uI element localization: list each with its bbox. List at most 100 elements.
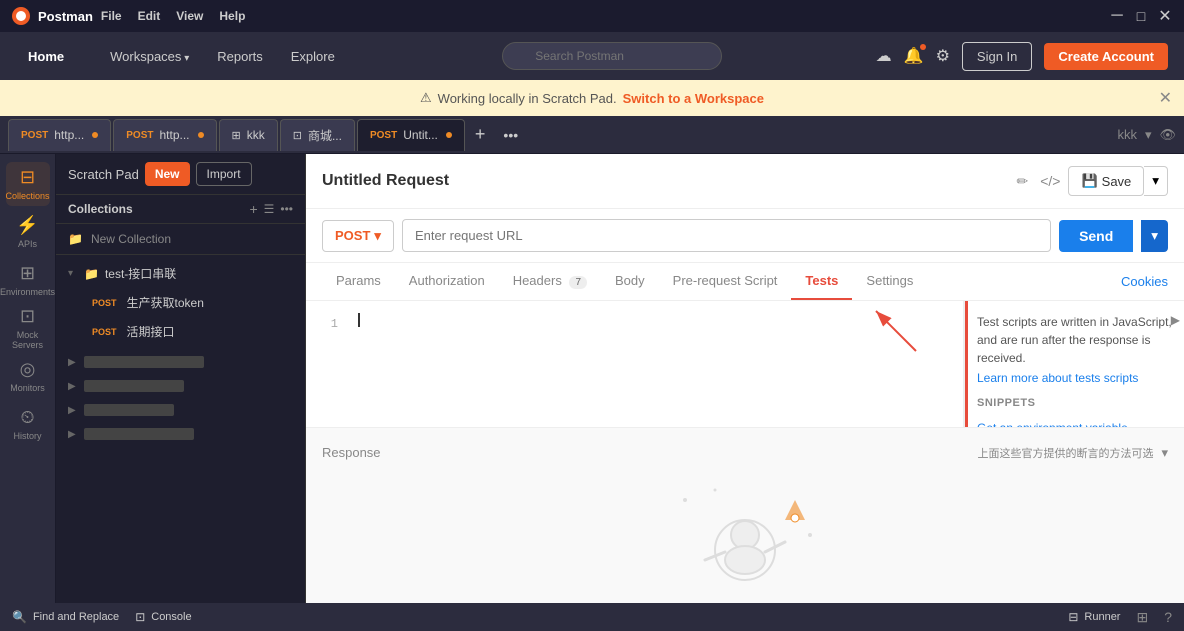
chevron-1: ▶ (68, 357, 78, 368)
url-input[interactable] (402, 219, 1051, 252)
tab-headers[interactable]: Headers 7 (499, 263, 601, 300)
learn-link[interactable]: Learn more about tests scripts (977, 371, 1138, 385)
banner-link[interactable]: Switch to a Workspace (623, 91, 764, 106)
tabs-right-label: kkk (1117, 127, 1137, 142)
response-collapse-button[interactable]: ▾ (1161, 445, 1168, 461)
nav-explore[interactable]: Explore (277, 41, 349, 72)
sidebar-icon-mock-servers[interactable]: ⊡ Mock Servers (6, 306, 50, 350)
settings-icon[interactable]: ⚙ (936, 46, 950, 66)
expand-snippets-button[interactable]: ▶ (1171, 313, 1180, 327)
history-label: History (13, 431, 41, 441)
method-badge-post-2: POST (88, 326, 121, 338)
scratch-pad-banner: ⚠ Working locally in Scratch Pad. Switch… (0, 80, 1184, 116)
runner-item[interactable]: ⊟ Runner (1068, 609, 1120, 626)
tab-authorization[interactable]: Authorization (395, 263, 499, 300)
save-arrow-button[interactable]: ▾ (1144, 166, 1168, 196)
app-logo (12, 7, 30, 25)
menu-help[interactable]: Help (219, 9, 245, 23)
tab-2[interactable]: POST http... (113, 119, 216, 151)
pencil-icon[interactable]: ✏ (1016, 173, 1028, 190)
response-area: Response 上面这些官方提供的断言的方法可选 ▾ (306, 427, 1184, 477)
menu-file[interactable]: File (101, 9, 122, 23)
import-button[interactable]: Import (196, 162, 252, 186)
mock-servers-icon: ⊡ (20, 306, 35, 327)
blurred-item-3[interactable]: ▶ (56, 398, 305, 422)
notification-icon[interactable]: 🔔 (904, 46, 924, 66)
tab-more-button[interactable]: ••• (495, 127, 526, 143)
illustration (655, 480, 835, 600)
status-right: ⊟ Runner ⊞ ? (1068, 609, 1172, 626)
tab-label-4: 商城... (308, 127, 342, 144)
method-label: POST (335, 228, 370, 243)
status-bar: 🔍 Find and Replace ⊡ Console ⊟ Runner ⊞ … (0, 603, 1184, 631)
save-button[interactable]: 💾 Save (1068, 166, 1144, 196)
method-arrow: ▾ (374, 228, 381, 244)
nav-right: ☁ 🔔 ⚙ Sign In Create Account (876, 42, 1168, 71)
sub-item-token[interactable]: POST 生产获取token (56, 288, 305, 317)
find-replace-item[interactable]: 🔍 Find and Replace (12, 610, 119, 624)
title-bar-menu: File Edit View Help (101, 9, 246, 23)
panel-header: Scratch Pad New Import (56, 154, 305, 195)
code-editor[interactable]: 1 (306, 301, 964, 427)
help-icon[interactable]: ? (1164, 609, 1172, 626)
more-options-button[interactable]: ••• (280, 202, 293, 216)
tab-tests[interactable]: Tests (791, 263, 852, 300)
tab-5[interactable]: POST Untit... (357, 119, 465, 151)
new-button[interactable]: New (145, 162, 190, 186)
text-cursor (358, 313, 360, 327)
tab-view-icon[interactable]: 👁 (1159, 127, 1176, 143)
sidebar-icon-apis[interactable]: ⚡ APIs (6, 210, 50, 254)
nav-reports[interactable]: Reports (203, 41, 277, 72)
send-button[interactable]: Send (1059, 220, 1133, 252)
search-input[interactable] (502, 42, 722, 70)
send-arrow-button[interactable]: ▾ (1141, 220, 1168, 252)
tab-body[interactable]: Body (601, 263, 659, 300)
tab-label-2: http... (160, 128, 190, 142)
sidebar-icon-environments[interactable]: ⊞ Environments (6, 258, 50, 302)
nav-workspaces[interactable]: Workspaces (96, 41, 203, 72)
tab-4[interactable]: ⊡ 商城... (280, 119, 355, 151)
sidebar-icon-history[interactable]: ⏲ History (6, 402, 50, 446)
blurred-item-1[interactable]: ▶ (56, 350, 305, 374)
search-bar: 🔍 (349, 42, 876, 70)
sidebar-icon-collections[interactable]: ⊟ Collections (6, 162, 50, 206)
chevron-3: ▶ (68, 405, 78, 416)
method-select[interactable]: POST ▾ (322, 220, 394, 252)
collection-item-test[interactable]: ▾ 📁 test-接口串联 (56, 259, 305, 288)
blurred-item-4[interactable]: ▶ (56, 422, 305, 446)
close-button[interactable]: ✕ (1158, 9, 1172, 23)
snippet-env-var[interactable]: Get an environment variable (977, 417, 1172, 427)
menu-view[interactable]: View (176, 9, 203, 23)
sub-item-huoqi[interactable]: POST 活期接口 (56, 317, 305, 346)
minimize-button[interactable]: ─ (1110, 9, 1124, 23)
new-collection-item[interactable]: 📁 New Collection (56, 224, 305, 255)
blurred-label-3 (84, 404, 174, 416)
environments-label: Environments (0, 287, 55, 297)
tab-1[interactable]: POST http... (8, 119, 111, 151)
request-tabs: Params Authorization Headers 7 Body Pre-… (306, 263, 1184, 301)
menu-edit[interactable]: Edit (138, 9, 161, 23)
banner-close-button[interactable]: ✕ (1159, 88, 1172, 108)
title-bar: Postman File Edit View Help ─ □ ✕ (0, 0, 1184, 32)
blurred-item-2[interactable]: ▶ (56, 374, 305, 398)
main-layout: ⊟ Collections ⚡ APIs ⊞ Environments ⊡ Mo… (0, 154, 1184, 603)
sign-in-button[interactable]: Sign In (962, 42, 1032, 71)
add-collection-button[interactable]: + (249, 201, 257, 217)
tab-add-button[interactable]: + (467, 124, 494, 145)
cookies-link[interactable]: Cookies (1121, 274, 1168, 289)
filter-button[interactable]: ☰ (264, 202, 275, 216)
code-icon[interactable]: </> (1040, 173, 1060, 189)
sidebar-icon-monitors[interactable]: ◎ Monitors (6, 354, 50, 398)
create-account-button[interactable]: Create Account (1044, 43, 1168, 70)
tab-pre-request[interactable]: Pre-request Script (659, 263, 792, 300)
save-icon: 💾 (1081, 173, 1097, 189)
maximize-button[interactable]: □ (1134, 9, 1148, 23)
tab-3[interactable]: ⊞ kkk (219, 119, 278, 151)
tab-dropdown-icon[interactable]: ▾ (1145, 127, 1152, 143)
console-item[interactable]: ⊡ Console (135, 610, 191, 624)
tab-params[interactable]: Params (322, 263, 395, 300)
nav-home[interactable]: Home (16, 41, 76, 72)
tab-settings[interactable]: Settings (852, 263, 927, 300)
cloud-icon[interactable]: ☁ (876, 46, 892, 66)
layout-icon[interactable]: ⊞ (1136, 609, 1148, 626)
